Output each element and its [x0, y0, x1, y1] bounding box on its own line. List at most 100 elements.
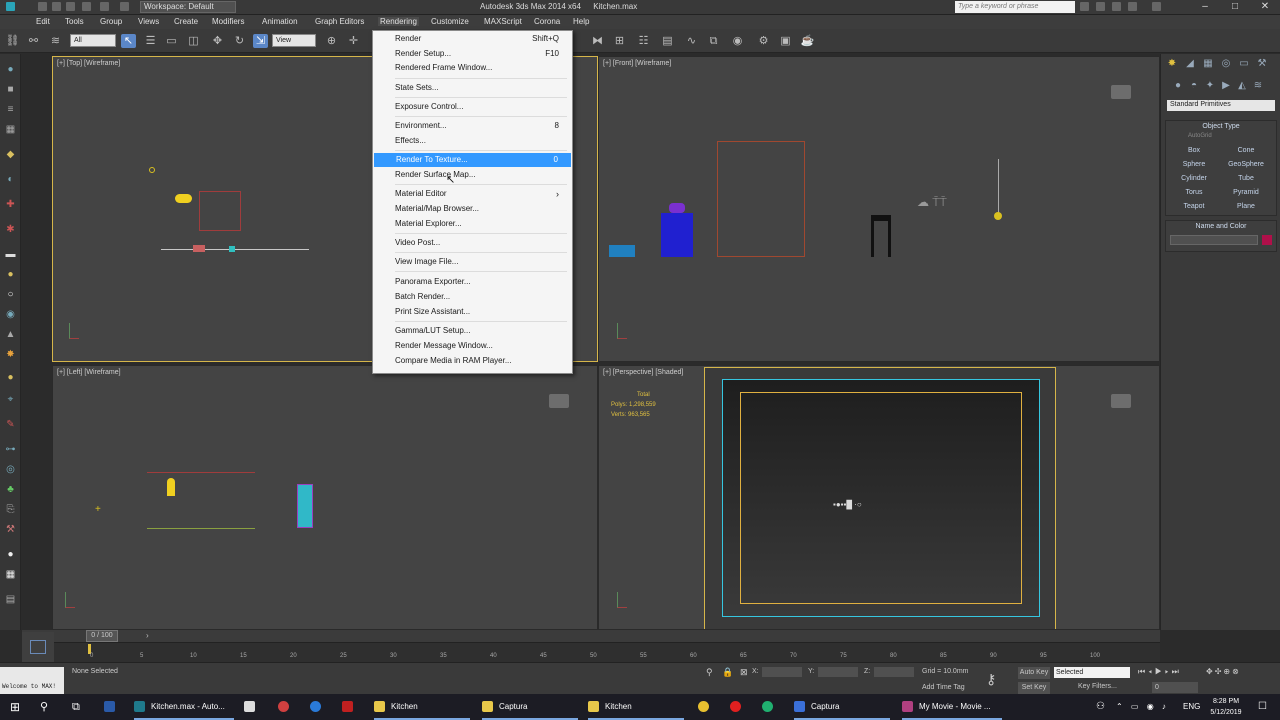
pivot-center-icon[interactable]: ⊕ — [324, 34, 339, 48]
app-logo-icon[interactable] — [6, 2, 15, 11]
next-frame-icon[interactable]: › — [146, 631, 149, 640]
teapot-tool-icon[interactable]: ● — [4, 269, 17, 281]
cone-tool-icon[interactable]: ▲ — [4, 329, 17, 341]
material-editor-icon[interactable]: ◉ — [730, 34, 745, 48]
tube-button[interactable]: Tube — [1220, 175, 1272, 182]
motion-tab-icon[interactable]: ◎ — [1219, 58, 1233, 70]
name-color-title[interactable]: Name and Color — [1166, 221, 1276, 232]
start-button[interactable]: ⊞ — [10, 694, 20, 720]
menu-create[interactable]: Create — [174, 17, 198, 26]
hierarchy-tab-icon[interactable]: ▦ — [1201, 58, 1215, 70]
current-frame-field[interactable]: 0 — [1152, 682, 1198, 693]
sun-tool-icon[interactable]: ✸ — [4, 349, 17, 361]
x-coord-field[interactable] — [762, 667, 802, 677]
language-indicator[interactable]: ENG — [1183, 694, 1200, 720]
plant-tool-icon[interactable]: ♣ — [4, 484, 17, 496]
undo-icon[interactable] — [82, 2, 91, 11]
project-folder-icon[interactable] — [120, 2, 129, 11]
menu-item-rendered-frame-window[interactable]: Rendered Frame Window... — [373, 61, 572, 75]
people-icon[interactable]: ⚇ — [1096, 694, 1105, 720]
help-icon[interactable] — [1152, 2, 1161, 11]
window-crossing-icon[interactable]: ◫ — [186, 34, 201, 48]
graphite-toggle-icon[interactable]: ▤ — [660, 34, 675, 48]
menu-modifiers[interactable]: Modifiers — [212, 17, 244, 26]
menu-rendering[interactable]: Rendering — [378, 17, 419, 26]
acrobat-icon[interactable] — [342, 694, 359, 720]
menu-tools[interactable]: Tools — [65, 17, 84, 26]
menu-item-state-sets[interactable]: State Sets... — [373, 81, 572, 95]
menu-item-print-size-assistant[interactable]: Print Size Assistant... — [373, 305, 572, 319]
scale-icon[interactable]: ⇲ — [253, 34, 268, 48]
cylinder-tool-icon[interactable]: ◉ — [4, 309, 17, 321]
communication-icon[interactable] — [1112, 2, 1121, 11]
viewport-front[interactable]: [+] [Front] [Wireframe] ☁ ⍑⍑ — [598, 56, 1160, 362]
key-icon[interactable]: ⚷ — [986, 671, 996, 688]
taskbar-app-captura-1[interactable]: Captura — [482, 694, 578, 720]
viewcube-perspective[interactable] — [1111, 394, 1131, 408]
menu-item-gamma-lut-setup[interactable]: Gamma/LUT Setup... — [373, 324, 572, 338]
menu-item-panorama-exporter[interactable]: Panorama Exporter... — [373, 275, 572, 289]
align-icon[interactable]: ⊞ — [612, 34, 627, 48]
menu-item-exposure-control[interactable]: Exposure Control... — [373, 100, 572, 114]
menu-maxscript[interactable]: MAXScript — [484, 17, 522, 26]
table-tool-icon[interactable]: ▦ — [4, 569, 17, 581]
geosphere-button[interactable]: GeoSphere — [1220, 161, 1272, 168]
close-button[interactable]: ✕ — [1250, 0, 1280, 14]
geometry-icon[interactable]: ● — [1171, 80, 1185, 92]
menu-edit[interactable]: Edit — [36, 17, 50, 26]
viewport-perspective[interactable]: [+] [Perspective] [Shaded] Total Polys: … — [598, 365, 1160, 630]
light-tool-icon[interactable]: ◆ — [4, 149, 17, 161]
menu-animation[interactable]: Animation — [262, 17, 298, 26]
lock-selection-icon[interactable]: 🔒 — [722, 667, 733, 678]
select-manipulate-icon[interactable]: ✛ — [346, 34, 361, 48]
playback-controls[interactable]: ⏮◂▶▸⏭ — [1138, 667, 1182, 677]
menu-item-render-surface-map[interactable]: Render Surface Map... — [373, 168, 572, 182]
shapes-icon[interactable]: ◓ — [1187, 80, 1201, 92]
cylinder-button[interactable]: Cylinder — [1168, 175, 1220, 182]
pyramid-button[interactable]: Pyramid — [1220, 189, 1272, 196]
ref-coord-dropdown[interactable]: View — [272, 34, 316, 47]
selection-filter-dropdown[interactable]: All — [70, 34, 116, 47]
sphere-button[interactable]: Sphere — [1168, 161, 1220, 168]
motion-tool-icon[interactable]: ◎ — [4, 464, 17, 476]
menu-item-material-map-browser[interactable]: Material/Map Browser... — [373, 202, 572, 216]
cone-button[interactable]: Cone — [1220, 147, 1272, 154]
auto-key-button[interactable]: Auto Key — [1018, 667, 1050, 679]
menu-item-render-setup[interactable]: Render Setup... F10 — [373, 47, 572, 61]
taskbar-app-kitchen-1[interactable]: Kitchen — [374, 694, 470, 720]
create-tab-icon[interactable]: ✸ — [1165, 58, 1179, 70]
cameras-icon[interactable]: ▶ — [1219, 80, 1233, 92]
time-slider-thumb[interactable]: 0 / 100 — [86, 630, 118, 642]
object-color-swatch[interactable] — [1262, 235, 1272, 245]
menu-views[interactable]: Views — [138, 17, 159, 26]
modify-tool-icon[interactable]: ⌖ — [4, 394, 17, 406]
lights-icon[interactable]: ✦ — [1203, 80, 1217, 92]
edge-icon[interactable] — [310, 694, 327, 720]
viewport-perspective-label[interactable]: [+] [Perspective] [Shaded] — [603, 369, 683, 376]
clock[interactable]: 8:28 PM 5/12/2019 — [1208, 694, 1244, 720]
search-taskbar-icon[interactable]: ⚲ — [40, 694, 48, 720]
viewport-top-label[interactable]: [+] [Top] [Wireframe] — [57, 60, 120, 67]
maxscript-listener[interactable]: Welcome to MAX! — [0, 667, 64, 695]
menu-group[interactable]: Group — [100, 17, 122, 26]
menu-item-render-to-texture[interactable]: Render To Texture... 0 — [374, 153, 571, 167]
autogrid-checkbox[interactable]: AutoGrid — [1188, 133, 1212, 139]
object-name-input[interactable] — [1170, 235, 1258, 245]
add-time-tag[interactable]: Add Time Tag — [922, 684, 965, 691]
render-tool-icon[interactable]: ▤ — [4, 594, 17, 606]
favorites-star-icon[interactable] — [1128, 2, 1137, 11]
display-tool-icon[interactable]: ⎘ — [4, 504, 17, 516]
absolute-mode-icon[interactable]: ⊠ — [740, 667, 748, 678]
menu-item-environment[interactable]: Environment... 8 — [373, 119, 572, 133]
maximize-button[interactable]: □ — [1220, 0, 1250, 14]
taskbar-app-captura-2[interactable]: Captura — [794, 694, 890, 720]
new-file-icon[interactable] — [38, 2, 47, 11]
menu-help[interactable]: Help — [573, 17, 589, 26]
render-setup-icon[interactable]: ⚙ — [756, 34, 771, 48]
spacewarps-icon[interactable]: ≋ — [1251, 80, 1265, 92]
menu-item-video-post[interactable]: Video Post... — [373, 236, 572, 250]
menu-graph-editors[interactable]: Graph Editors — [315, 17, 364, 26]
store-icon[interactable] — [244, 694, 261, 720]
workspace-dropdown[interactable]: Workspace: Default — [140, 1, 236, 13]
select-object-icon[interactable]: ↖ — [121, 34, 136, 48]
